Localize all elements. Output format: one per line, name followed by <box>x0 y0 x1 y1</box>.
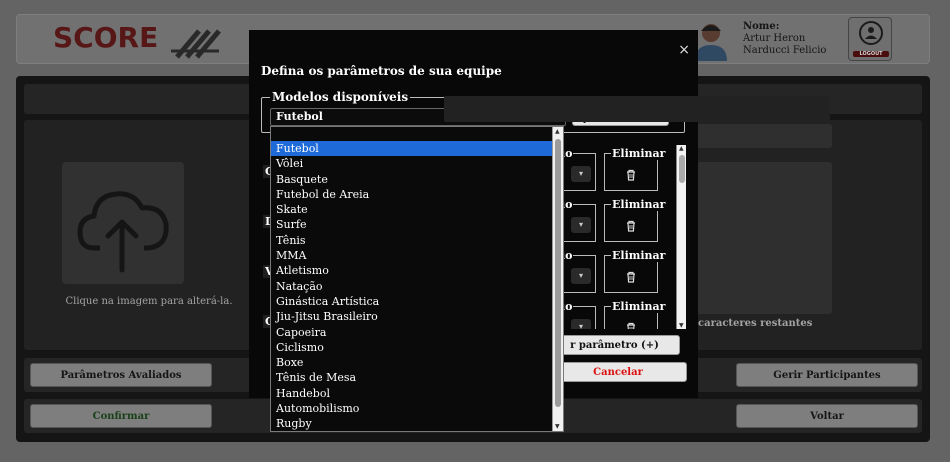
dropdown-option[interactable]: Capoeira <box>271 325 553 340</box>
dropdown-scrollbar-thumb[interactable] <box>555 139 561 407</box>
close-icon[interactable]: × <box>678 42 690 58</box>
param-type-column: io ▾ <box>560 147 596 191</box>
model-select-value: Futebol <box>276 110 323 123</box>
model-dropdown-list[interactable]: Futebol Vôlei Basquete Futebol de Areia Skat… <box>270 126 564 432</box>
param-type-column: io ▾ <box>560 198 596 242</box>
eliminate-column: Eliminar <box>604 249 667 293</box>
eliminate-column: Eliminar <box>604 147 667 191</box>
scroll-up-icon[interactable]: ▲ <box>555 128 560 135</box>
param-type-column: io ▾ <box>560 249 596 293</box>
dropdown-scrollbar[interactable]: ▲ ▼ <box>552 127 563 431</box>
dropdown-option[interactable]: Atletismo <box>271 263 553 278</box>
cancel-button[interactable]: Cancelar <box>549 362 687 382</box>
scroll-up-icon[interactable]: ▲ <box>679 145 684 152</box>
dropdown-option[interactable]: Jiu-Jitsu Brasileiro <box>271 309 553 324</box>
param-type-select[interactable]: ▾ <box>571 166 591 182</box>
dropdown-option[interactable]: Rugby <box>271 416 553 431</box>
dropdown-option[interactable]: Tênis de Mesa <box>271 370 553 385</box>
parameters-scrollbar[interactable]: ▲ ▼ <box>676 145 686 329</box>
eliminate-column: Eliminar <box>604 300 667 329</box>
trash-icon[interactable] <box>625 271 637 283</box>
dropdown-option[interactable]: Futebol <box>271 141 553 157</box>
dropdown-option[interactable]: Natação <box>271 279 553 294</box>
trash-icon[interactable] <box>625 169 637 181</box>
dropdown-option[interactable]: Boxe <box>271 355 553 370</box>
models-legend: Modelos disponíveis <box>270 90 411 104</box>
eliminate-label: Eliminar <box>611 198 667 211</box>
add-parameter-button[interactable]: r parâmetro (+) <box>549 335 680 355</box>
eliminate-label: Eliminar <box>611 300 667 313</box>
param-type-select[interactable]: ▾ <box>571 268 591 284</box>
param-header-strip <box>444 96 830 122</box>
dropdown-option[interactable]: Handebol <box>271 386 553 401</box>
dropdown-option[interactable]: Surfe <box>271 217 553 232</box>
eliminate-label: Eliminar <box>611 249 667 262</box>
scrollbar-thumb[interactable] <box>679 155 685 183</box>
dropdown-option[interactable]: MMA <box>271 248 553 263</box>
trash-icon[interactable] <box>625 220 637 232</box>
param-type-column: io ▾ <box>560 300 596 329</box>
dropdown-option[interactable]: Basquete <box>271 172 553 187</box>
param-type-select[interactable]: ▾ <box>571 319 591 329</box>
modal-title: Defina os parâmetros de sua equipe <box>261 64 502 78</box>
scroll-down-icon[interactable]: ▼ <box>555 423 560 430</box>
scroll-down-icon[interactable]: ▼ <box>679 322 684 329</box>
eliminate-column: Eliminar <box>604 198 667 242</box>
dropdown-option[interactable]: Automobilismo <box>271 401 553 416</box>
dropdown-option[interactable]: Ginástica Artística <box>271 294 553 309</box>
eliminate-label: Eliminar <box>611 147 667 160</box>
dropdown-options: Futebol Vôlei Basquete Futebol de Areia Skat… <box>271 141 553 432</box>
dropdown-option[interactable]: Futebol de Areia <box>271 187 553 202</box>
param-type-select[interactable]: ▾ <box>571 217 591 233</box>
dropdown-option[interactable]: Vôlei <box>271 156 553 171</box>
dropdown-option[interactable]: Ciclismo <box>271 340 553 355</box>
trash-icon[interactable] <box>625 322 637 329</box>
dropdown-option[interactable]: Skate <box>271 202 553 217</box>
dropdown-option[interactable]: Tênis <box>271 233 553 248</box>
